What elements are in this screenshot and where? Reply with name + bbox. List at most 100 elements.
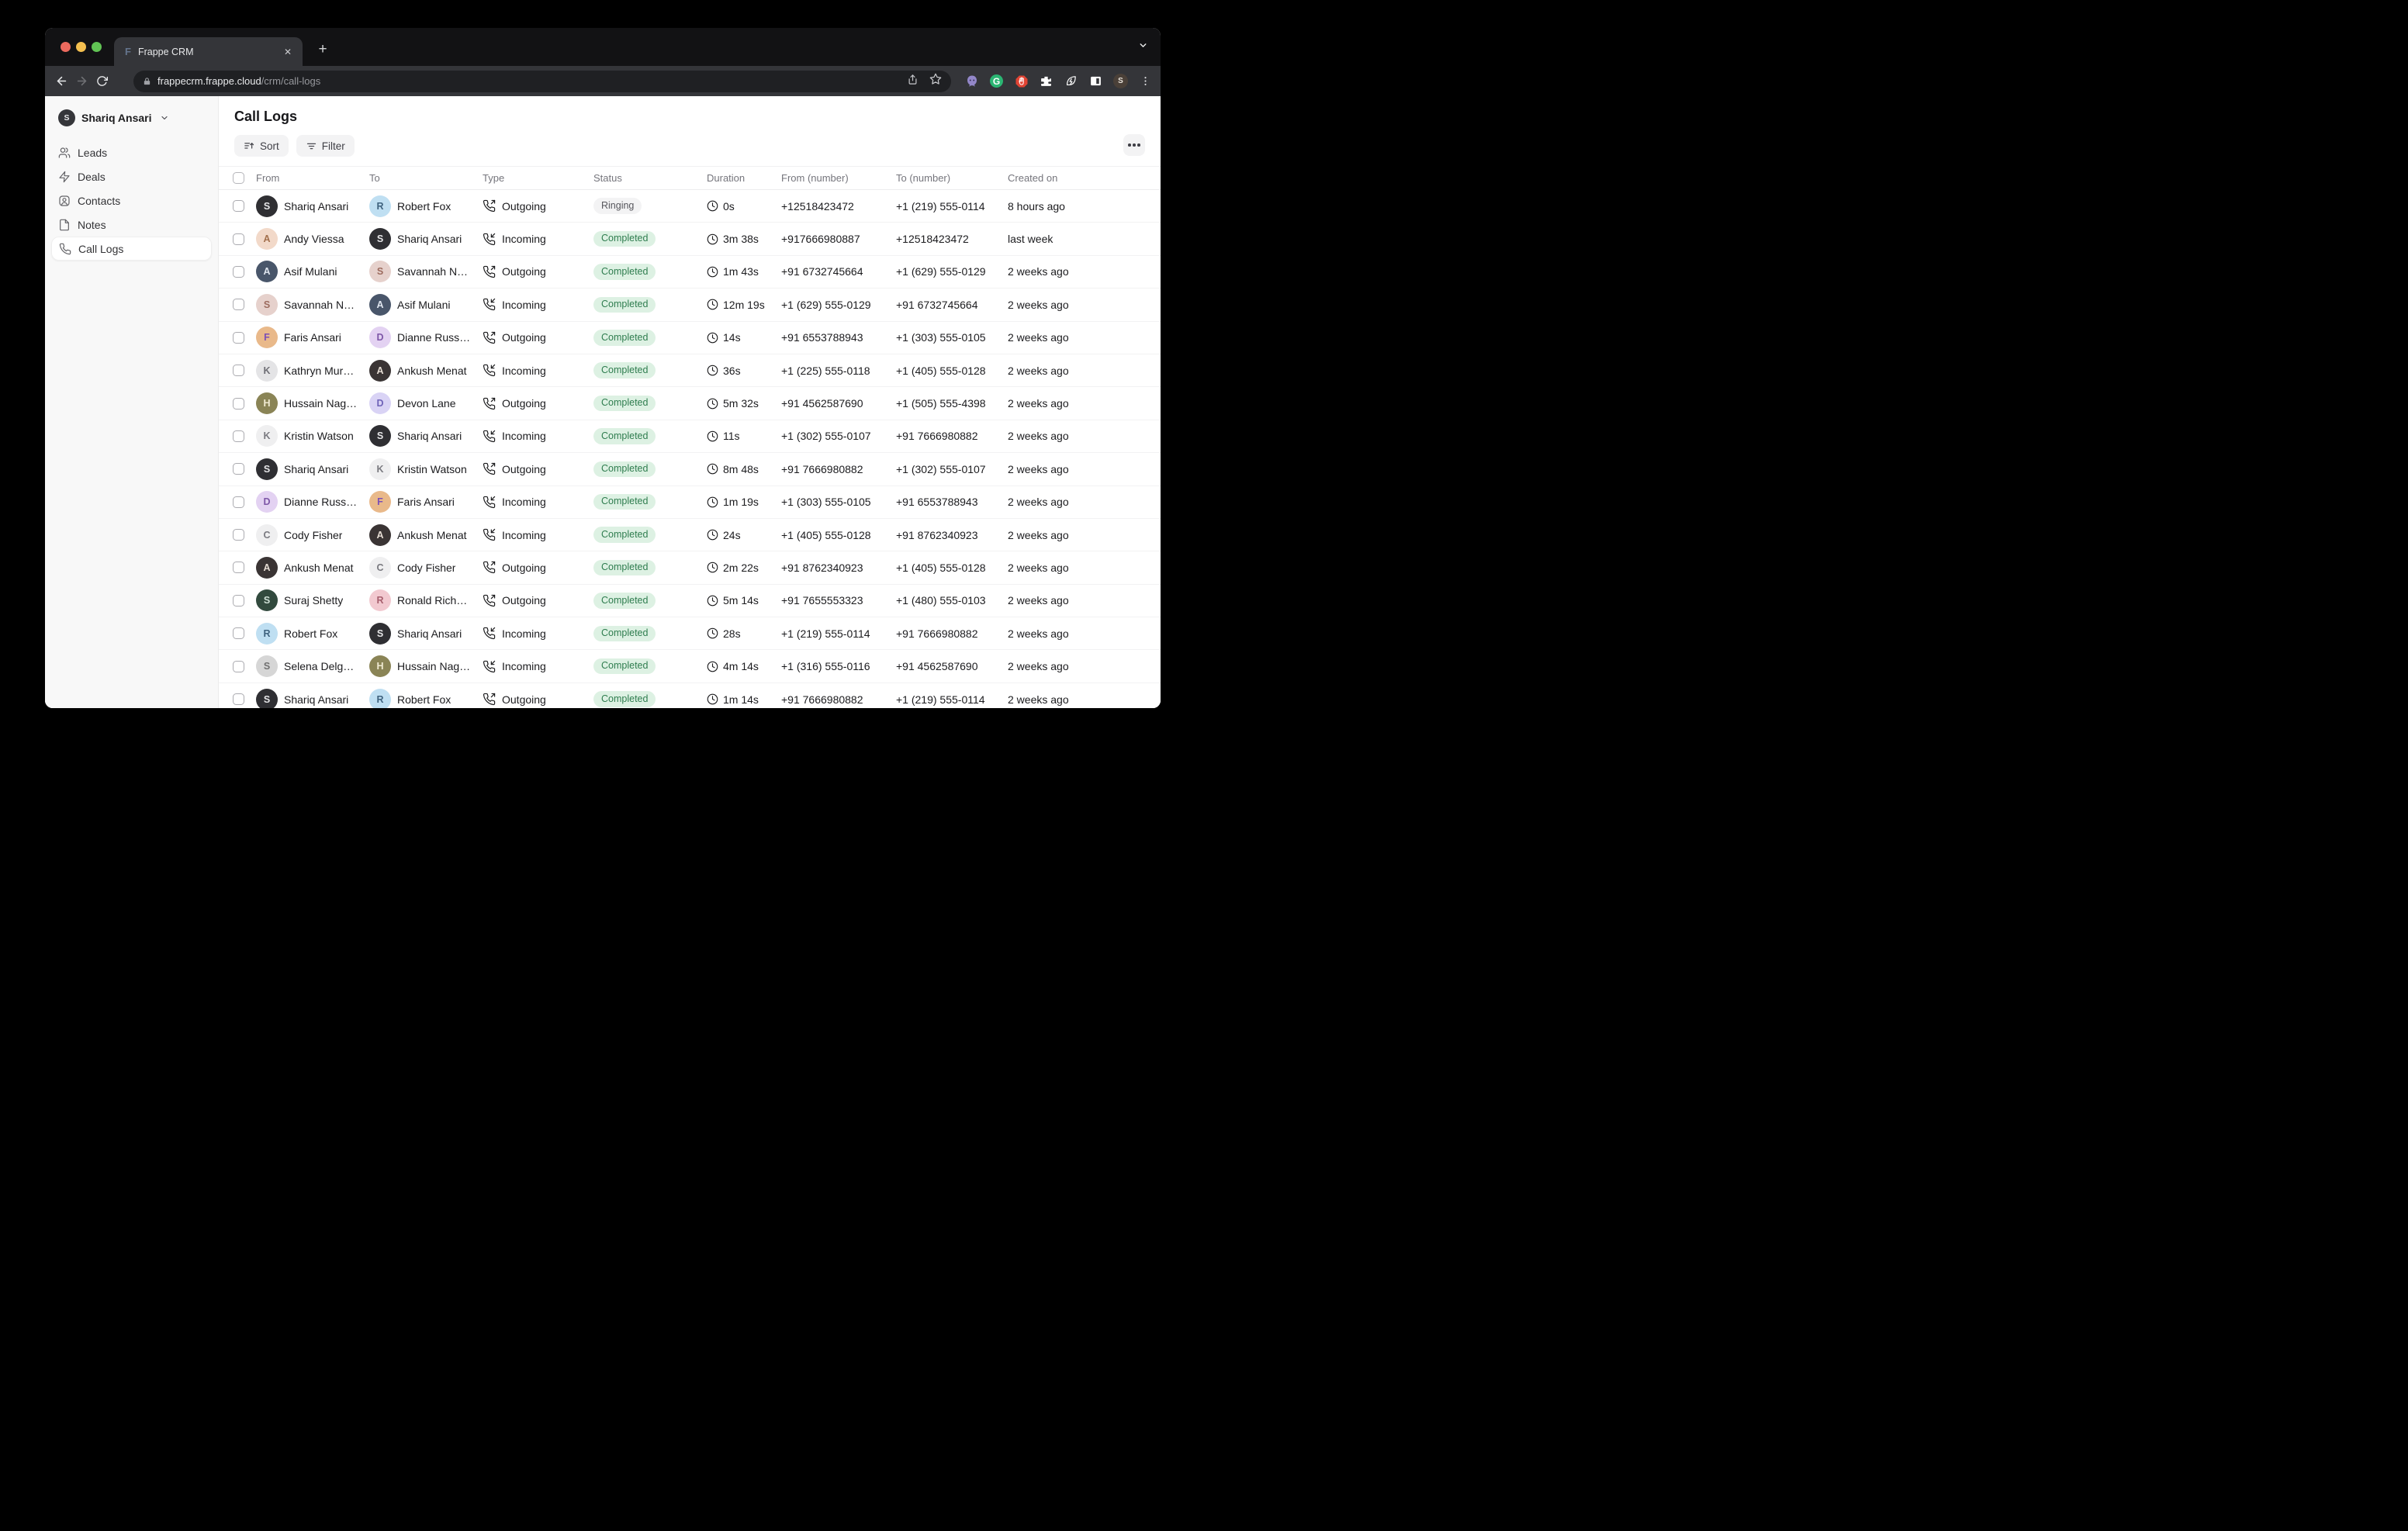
- share-icon[interactable]: [907, 74, 919, 89]
- tab-close-icon[interactable]: ✕: [281, 45, 295, 59]
- table-row[interactable]: D Dianne Russ… F Faris Ansari Incoming C…: [219, 486, 1161, 519]
- to-name: Shariq Ansari: [397, 627, 462, 640]
- row-checkbox[interactable]: [233, 430, 244, 442]
- row-checkbox[interactable]: [233, 266, 244, 278]
- from-name: Kathryn Mur…: [284, 365, 354, 377]
- sidebar-item-contacts[interactable]: Contacts: [51, 188, 212, 213]
- row-checkbox[interactable]: [233, 661, 244, 672]
- to-name: Faris Ansari: [397, 496, 455, 508]
- tab-strip-chevron-icon[interactable]: [1138, 40, 1148, 54]
- row-checkbox[interactable]: [233, 693, 244, 705]
- table-row[interactable]: K Kristin Watson S Shariq Ansari Incomin…: [219, 420, 1161, 453]
- row-checkbox[interactable]: [233, 562, 244, 573]
- to-avatar: F: [369, 491, 391, 513]
- sort-button-label: Sort: [260, 140, 279, 152]
- to-number: +12518423472: [896, 233, 1008, 245]
- table-row[interactable]: C Cody Fisher A Ankush Menat Incoming Co…: [219, 519, 1161, 551]
- leaf-extension-icon[interactable]: [1064, 74, 1078, 88]
- to-number: +1 (480) 555-0103: [896, 594, 1008, 607]
- to-avatar: S: [369, 425, 391, 447]
- adblock-extension-icon[interactable]: [1014, 74, 1029, 88]
- clock-icon: [707, 595, 718, 607]
- table-row[interactable]: A Andy Viessa S Shariq Ansari Incoming C…: [219, 223, 1161, 255]
- bookmark-star-icon[interactable]: [929, 73, 942, 89]
- table-row[interactable]: H Hussain Nag… D Devon Lane Outgoing Com…: [219, 387, 1161, 420]
- to-name: Ronald Rich…: [397, 594, 467, 607]
- back-button[interactable]: [51, 71, 71, 92]
- to-number: +91 7666980882: [896, 627, 1008, 640]
- row-checkbox[interactable]: [233, 529, 244, 541]
- grammarly-extension-icon[interactable]: G: [989, 74, 1004, 88]
- row-checkbox[interactable]: [233, 332, 244, 344]
- call-type-label: Incoming: [502, 496, 546, 508]
- row-checkbox[interactable]: [233, 365, 244, 376]
- phone-icon: [59, 243, 71, 255]
- phone-outgoing-icon: [483, 265, 496, 278]
- user-avatar: S: [58, 109, 75, 126]
- status-badge: Completed: [593, 560, 656, 576]
- lock-icon[interactable]: [143, 77, 151, 86]
- from-name: Hussain Nag…: [284, 397, 357, 410]
- row-checkbox[interactable]: [233, 627, 244, 639]
- table-row[interactable]: K Kathryn Mur… A Ankush Menat Incoming C…: [219, 354, 1161, 387]
- created-on: 2 weeks ago: [1008, 299, 1148, 311]
- row-checkbox[interactable]: [233, 496, 244, 508]
- from-avatar: A: [256, 261, 278, 282]
- browser-profile-avatar[interactable]: S: [1113, 74, 1128, 88]
- more-options-button[interactable]: [1123, 134, 1145, 156]
- forward-button[interactable]: [71, 71, 92, 92]
- select-all-checkbox[interactable]: [233, 172, 244, 184]
- table-row[interactable]: S Suraj Shetty R Ronald Rich… Outgoing C…: [219, 585, 1161, 617]
- sidebar-item-notes[interactable]: Notes: [51, 213, 212, 237]
- sidebar-item-call-logs[interactable]: Call Logs: [51, 237, 212, 261]
- to-number: +1 (629) 555-0129: [896, 265, 1008, 278]
- row-checkbox[interactable]: [233, 233, 244, 245]
- browser-tab[interactable]: F Frappe CRM ✕: [114, 37, 303, 66]
- to-name: Cody Fisher: [397, 562, 455, 574]
- table-row[interactable]: S Shariq Ansari R Robert Fox Outgoing Co…: [219, 683, 1161, 708]
- from-name: Robert Fox: [284, 627, 337, 640]
- status-badge: Completed: [593, 362, 656, 378]
- table-row[interactable]: S Shariq Ansari R Robert Fox Outgoing Ri…: [219, 190, 1161, 223]
- table-row[interactable]: A Ankush Menat C Cody Fisher Outgoing Co…: [219, 551, 1161, 584]
- row-checkbox[interactable]: [233, 463, 244, 475]
- sidebar-item-deals[interactable]: Deals: [51, 164, 212, 188]
- from-name: Shariq Ansari: [284, 693, 348, 706]
- to-avatar: R: [369, 689, 391, 708]
- duration-label: 1m 19s: [723, 496, 759, 508]
- table-row[interactable]: A Asif Mulani S Savannah N… Outgoing Com…: [219, 256, 1161, 289]
- address-bar[interactable]: frappecrm.frappe.cloud/crm/call-logs: [133, 71, 951, 92]
- browser-menu-icon[interactable]: [1138, 74, 1153, 88]
- user-menu[interactable]: S Shariq Ansari: [51, 109, 212, 127]
- sidebar-item-leads[interactable]: Leads: [51, 140, 212, 164]
- duration-label: 11s: [723, 430, 740, 442]
- sidebar-panel-icon[interactable]: [1088, 74, 1103, 88]
- phone-outgoing-icon: [483, 397, 496, 410]
- table-row[interactable]: S Shariq Ansari K Kristin Watson Outgoin…: [219, 453, 1161, 486]
- octocat-extension-icon[interactable]: [964, 74, 979, 88]
- new-tab-button[interactable]: +: [312, 39, 334, 60]
- close-window-button[interactable]: [61, 42, 71, 52]
- table-row[interactable]: R Robert Fox S Shariq Ansari Incoming Co…: [219, 617, 1161, 650]
- extensions-puzzle-icon[interactable]: [1039, 74, 1054, 88]
- filter-button[interactable]: Filter: [296, 135, 355, 157]
- table-row[interactable]: F Faris Ansari D Dianne Russ… Outgoing C…: [219, 322, 1161, 354]
- sort-button[interactable]: Sort: [234, 135, 289, 157]
- contacts-icon: [58, 195, 71, 207]
- row-checkbox[interactable]: [233, 595, 244, 607]
- to-avatar: S: [369, 261, 391, 282]
- table-row[interactable]: S Savannah N… A Asif Mulani Incoming Com…: [219, 289, 1161, 321]
- row-checkbox[interactable]: [233, 299, 244, 310]
- from-name: Kristin Watson: [284, 430, 354, 442]
- reload-button[interactable]: [92, 71, 112, 92]
- row-checkbox[interactable]: [233, 398, 244, 410]
- from-number: +91 7666980882: [781, 463, 896, 475]
- table-row[interactable]: S Selena Delg… H Hussain Nag… Incoming C…: [219, 650, 1161, 683]
- zoom-window-button[interactable]: [92, 42, 102, 52]
- minimize-window-button[interactable]: [76, 42, 86, 52]
- url-path: /crm/call-logs: [261, 75, 321, 87]
- from-number: +1 (316) 555-0116: [781, 660, 896, 672]
- to-name: Robert Fox: [397, 200, 451, 213]
- created-on: 2 weeks ago: [1008, 660, 1148, 672]
- row-checkbox[interactable]: [233, 200, 244, 212]
